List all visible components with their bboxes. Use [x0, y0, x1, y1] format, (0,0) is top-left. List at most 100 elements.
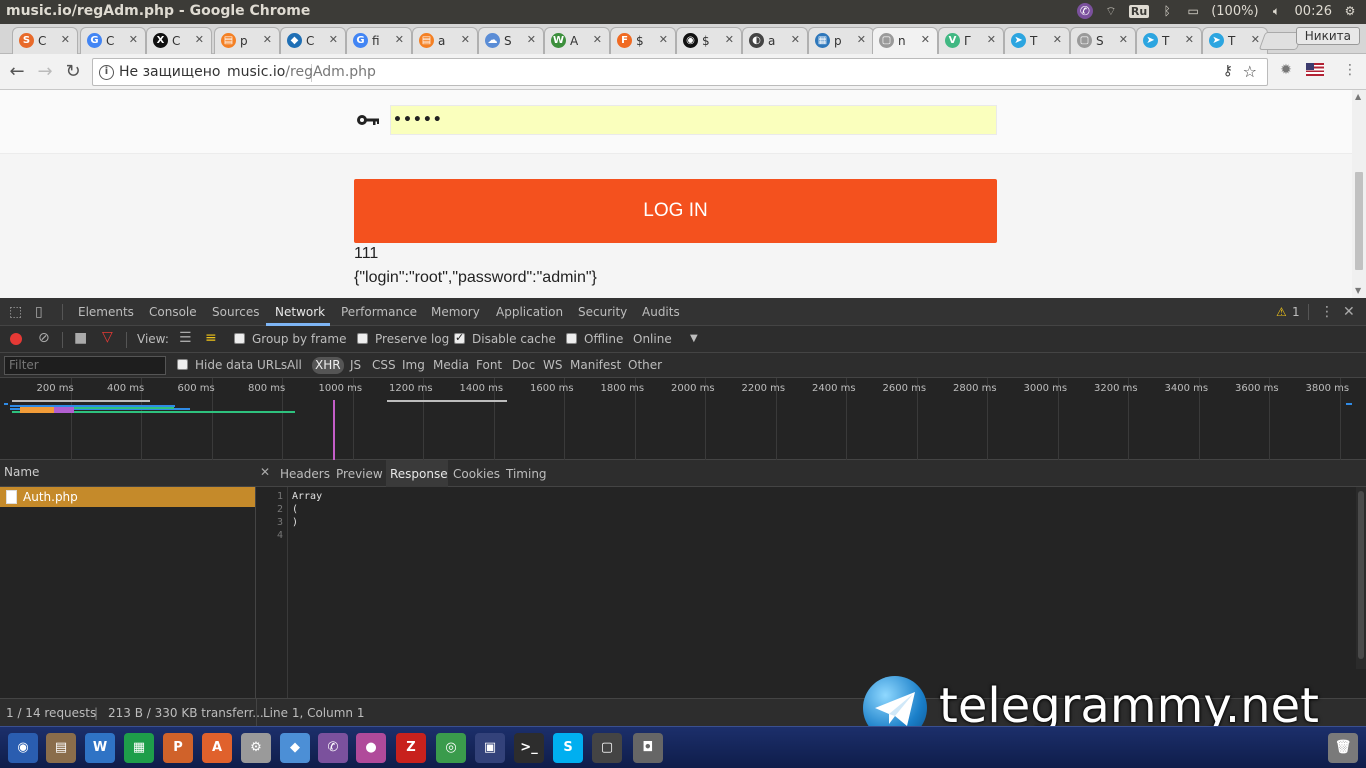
viber-tray-icon[interactable]: ✆ — [1076, 3, 1093, 19]
terminal-icon[interactable]: >_ — [514, 733, 544, 763]
throttling-chevron-down-icon[interactable]: ▼ — [690, 333, 698, 344]
close-detail-icon[interactable]: ✕ — [260, 465, 270, 479]
devtools-tab-performance[interactable]: Performance — [341, 305, 417, 319]
browser-tab[interactable]: ◉ $ ✕ — [676, 27, 742, 54]
browser-tab[interactable]: ▢ S ✕ — [1070, 27, 1136, 54]
keyboard-layout-indicator[interactable]: Ru — [1128, 4, 1150, 18]
scroll-down-icon[interactable]: ▼ — [1355, 286, 1361, 295]
detail-tab-cookies[interactable]: Cookies — [453, 467, 500, 481]
tab-close-icon[interactable]: ✕ — [461, 33, 470, 46]
overview-window-handle[interactable] — [12, 400, 150, 402]
scroll-up-icon[interactable]: ▲ — [1355, 92, 1361, 101]
profile-button[interactable]: Никита — [1295, 27, 1360, 45]
filter-type-manifest[interactable]: Manifest — [570, 358, 621, 372]
tab-close-icon[interactable]: ✕ — [1053, 33, 1062, 46]
tab-close-icon[interactable]: ✕ — [61, 33, 70, 46]
devtools-tab-audits[interactable]: Audits — [642, 305, 680, 319]
record-icon[interactable] — [10, 333, 22, 345]
detail-tab-preview[interactable]: Preview — [336, 467, 383, 481]
tab-close-icon[interactable]: ✕ — [1185, 33, 1194, 46]
filter-type-font[interactable]: Font — [476, 358, 502, 372]
device-toolbar-icon[interactable]: ▯ — [35, 304, 43, 320]
tab-close-icon[interactable]: ✕ — [527, 33, 536, 46]
devtools-tab-security[interactable]: Security — [578, 305, 627, 319]
tab-close-icon[interactable]: ✕ — [263, 33, 272, 46]
devtools-close-icon[interactable]: ✕ — [1343, 304, 1355, 320]
tab-close-icon[interactable]: ✕ — [791, 33, 800, 46]
browser-tab[interactable]: ➤ T ✕ — [1004, 27, 1070, 54]
filter-type-other[interactable]: Other — [628, 358, 662, 372]
filter-icon[interactable]: ▽ — [102, 329, 113, 345]
group-by-frame-checkbox[interactable] — [234, 333, 245, 344]
filter-type-ws[interactable]: WS — [543, 358, 562, 372]
bluetooth-icon[interactable]: ᛒ — [1159, 3, 1175, 19]
warning-count[interactable]: 1 — [1292, 305, 1300, 319]
workspace-icon[interactable]: ▣ — [475, 733, 505, 763]
file-manager-icon[interactable]: ▤ — [46, 733, 76, 763]
detail-tab-headers[interactable]: Headers — [280, 467, 330, 481]
browser-tab[interactable]: F $ ✕ — [610, 27, 676, 54]
security-indicator[interactable]: Не защищено — [119, 64, 220, 80]
info-icon[interactable]: i — [99, 65, 114, 80]
waterfall-icon[interactable]: ≡ — [205, 330, 217, 346]
us-flag-icon[interactable] — [1306, 63, 1324, 76]
large-rows-icon[interactable]: ☰ — [179, 330, 192, 346]
viber-icon[interactable]: ✆ — [318, 733, 348, 763]
browser-tab[interactable]: ▦ p ✕ — [808, 27, 874, 54]
filter-input[interactable]: Filter — [4, 356, 166, 375]
devtools-tab-application[interactable]: Application — [496, 305, 563, 319]
detail-tab-response[interactable]: Response — [390, 467, 448, 481]
browser-tab[interactable]: ▤ p ✕ — [214, 27, 280, 54]
browser-tab[interactable]: X C ✕ — [146, 27, 212, 54]
chrome-icon[interactable]: ◎ — [436, 733, 466, 763]
tab-close-icon[interactable]: ✕ — [1251, 33, 1260, 46]
filter-type-media[interactable]: Media — [433, 358, 469, 372]
key-icon[interactable]: ⚷ — [1223, 63, 1233, 79]
browser-tab[interactable]: ☁ S ✕ — [478, 27, 544, 54]
tab-close-icon[interactable]: ✕ — [857, 33, 866, 46]
sphere-icon[interactable]: ● — [356, 733, 386, 763]
offline-checkbox[interactable] — [566, 333, 577, 344]
browser-tab[interactable]: S C ✕ — [12, 27, 78, 54]
browser-tab[interactable]: V Г ✕ — [938, 27, 1004, 54]
skype-icon[interactable]: S — [553, 733, 583, 763]
browser-tab[interactable]: ◆ C ✕ — [280, 27, 346, 54]
menu-dots-icon[interactable]: ⋮ — [1340, 62, 1360, 80]
wifi-icon[interactable]: ⌔ — [1103, 3, 1119, 19]
virtualbox-icon[interactable]: ◆ — [280, 733, 310, 763]
browser-tab[interactable]: Gfi ✕ — [346, 27, 412, 54]
page-scrollbar-thumb[interactable] — [1355, 172, 1363, 270]
settings-icon[interactable]: ⚙ — [241, 733, 271, 763]
browser-tab[interactable]: G C ✕ — [80, 27, 146, 54]
filter-type-js[interactable]: JS — [350, 358, 361, 372]
filter-type-img[interactable]: Img — [402, 358, 425, 372]
battery-icon[interactable]: ▭ — [1185, 3, 1201, 19]
dash-icon[interactable]: ◉ — [8, 733, 38, 763]
name-column-header[interactable]: Name — [0, 460, 256, 487]
detail-tab-timing[interactable]: Timing — [506, 467, 547, 481]
throttling-select[interactable]: Online — [633, 332, 672, 346]
filezilla-icon[interactable]: Z — [396, 733, 426, 763]
back-arrow-icon[interactable]: ← — [6, 61, 28, 83]
page-scrollbar[interactable]: ▲ ▼ — [1352, 90, 1366, 298]
browser-tab[interactable]: ▤ a ✕ — [412, 27, 478, 54]
screenshot-icon[interactable]: ◘ — [633, 733, 663, 763]
filter-type-all[interactable]: All — [287, 358, 302, 372]
clock[interactable]: 00:26 — [1295, 4, 1332, 19]
preserve-log-checkbox[interactable] — [357, 333, 368, 344]
warning-icon[interactable]: ⚠ — [1276, 305, 1287, 319]
tab-close-icon[interactable]: ✕ — [195, 33, 204, 46]
login-button[interactable]: LOG IN — [354, 179, 997, 243]
overview-window-handle[interactable] — [387, 400, 507, 402]
password-input[interactable]: ••••• — [390, 105, 997, 135]
disable-cache-checkbox[interactable] — [454, 331, 465, 344]
trash-icon[interactable]: 🗑︎ — [1328, 733, 1358, 763]
browser-tab[interactable]: ➤ T ✕ — [1136, 27, 1202, 54]
impress-icon[interactable]: P — [163, 733, 193, 763]
capture-screenshots-icon[interactable]: ■ — [74, 330, 87, 346]
address-bar[interactable]: i Не защищено music.io/regAdm.php ⚷ ☆ — [92, 58, 1268, 86]
devtools-tab-memory[interactable]: Memory — [431, 305, 480, 319]
network-overview-timeline[interactable]: 200 ms 400 ms 600 ms 800 ms 1000 ms 1200 ms 14… — [0, 378, 1366, 460]
tab-close-icon[interactable]: ✕ — [593, 33, 602, 46]
tab-close-icon[interactable]: ✕ — [659, 33, 668, 46]
